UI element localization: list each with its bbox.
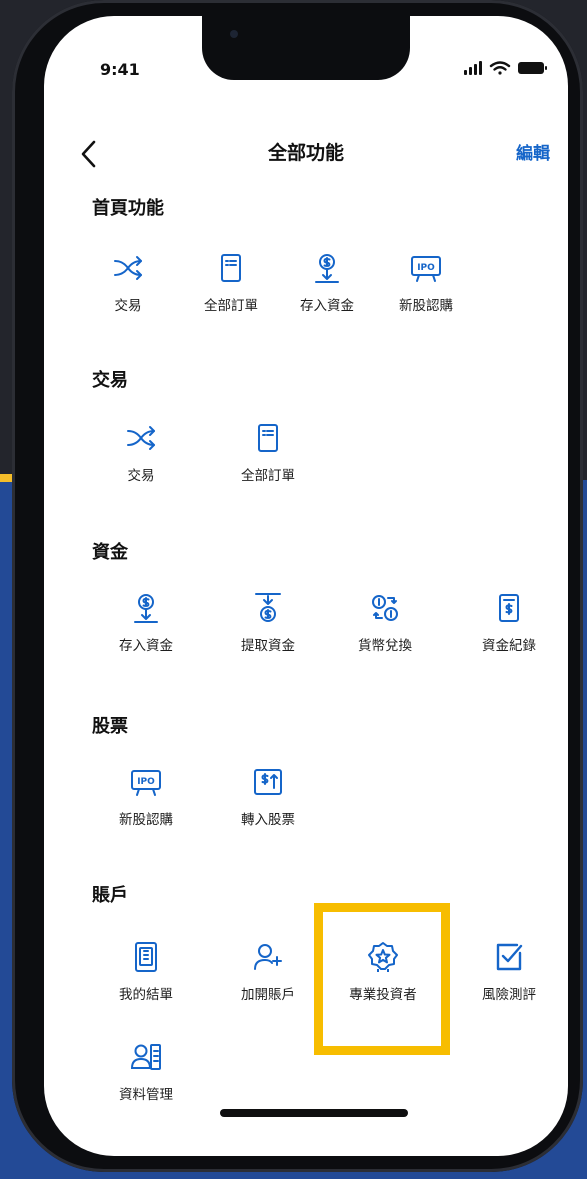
home-item-ipo[interactable]: IPO 新股認購: [376, 252, 476, 326]
stocks-item-ipo-label: 新股認購: [119, 812, 173, 828]
deposit-icon: [134, 594, 158, 623]
section-title-stocks: 股票: [92, 716, 128, 737]
account-item-profile-management[interactable]: 資料管理: [96, 1041, 196, 1115]
svg-text:IPO: IPO: [417, 263, 435, 273]
home-item-all-orders[interactable]: 全部訂單: [181, 252, 281, 326]
account-item-add-account-label: 加開賬戶: [241, 987, 295, 1003]
funds-item-withdraw[interactable]: 提取資金: [218, 592, 318, 666]
phone-screen: 9:41 全部功能 編輯 首頁功能 交易 全部訂單 存入資金 IPO 新股認購 …: [44, 16, 568, 1156]
phone-frame: 9:41 全部功能 編輯 首頁功能 交易 全部訂單 存入資金 IPO 新股認購 …: [12, 0, 583, 1172]
funds-item-fund-record[interactable]: 資金紀錄: [459, 592, 559, 666]
section-title-trade: 交易: [92, 370, 128, 391]
section-title-home: 首頁功能: [92, 198, 164, 219]
funds-item-deposit[interactable]: 存入資金: [96, 592, 196, 666]
currency-exchange-icon: [372, 595, 398, 621]
home-item-all-orders-label: 全部訂單: [204, 298, 258, 314]
funds-item-fund-record-label: 資金紀錄: [482, 638, 536, 654]
home-item-ipo-label: 新股認購: [399, 298, 453, 314]
add-account-icon: [254, 944, 282, 970]
funds-item-withdraw-label: 提取資金: [241, 638, 295, 654]
highlight-box: [314, 903, 450, 1055]
account-item-my-statement[interactable]: 我的結單: [96, 941, 196, 1015]
account-item-risk-assessment-label: 風險測評: [482, 987, 536, 1003]
page-title: 全部功能: [267, 142, 344, 164]
withdraw-icon: [255, 593, 281, 622]
home-indicator: [220, 1109, 408, 1117]
stocks-item-ipo[interactable]: IPO 新股認購: [96, 766, 196, 840]
account-item-my-statement-label: 我的結單: [119, 987, 173, 1003]
home-item-deposit-label: 存入資金: [300, 298, 354, 314]
shuffle-icon: [127, 426, 155, 450]
svg-text:IPO: IPO: [137, 777, 155, 787]
phone-notch: [202, 16, 410, 80]
status-icons: [464, 61, 547, 75]
shuffle-icon: [114, 256, 142, 280]
ipo-icon: IPO: [411, 256, 441, 282]
cellular-signal-icon: [464, 61, 482, 75]
fund-record-icon: [499, 594, 519, 622]
stocks-item-transfer-in[interactable]: 轉入股票: [218, 766, 318, 840]
home-item-trade-label: 交易: [114, 298, 142, 314]
home-item-deposit[interactable]: 存入資金: [277, 252, 377, 326]
section-title-funds: 資金: [92, 542, 128, 563]
home-item-trade[interactable]: 交易: [78, 252, 178, 326]
order-list-icon: [258, 424, 278, 452]
account-item-risk-assessment[interactable]: 風險測評: [459, 941, 559, 1015]
ipo-icon: IPO: [131, 770, 161, 796]
profile-management-icon: [130, 1044, 161, 1070]
trade-item-trade-label: 交易: [127, 468, 155, 484]
camera-dot: [230, 30, 238, 38]
trade-item-trade[interactable]: 交易: [91, 422, 191, 496]
battery-icon: [518, 62, 547, 74]
account-item-profile-management-label: 資料管理: [119, 1087, 173, 1103]
section-title-account: 賬戶: [92, 885, 128, 906]
stocks-item-transfer-in-label: 轉入股票: [241, 812, 295, 828]
funds-item-currency-exchange[interactable]: 貨幣兌換: [335, 592, 435, 666]
funds-item-deposit-label: 存入資金: [119, 638, 173, 654]
statement-icon: [135, 942, 157, 972]
status-time: 9:41: [100, 60, 140, 79]
deposit-icon: [315, 254, 339, 283]
trade-item-all-orders-label: 全部訂單: [241, 468, 295, 484]
funds-item-currency-exchange-label: 貨幣兌換: [358, 638, 412, 654]
risk-assessment-icon: [496, 943, 523, 971]
wifi-icon: [489, 61, 511, 75]
account-item-add-account[interactable]: 加開賬戶: [218, 941, 318, 1015]
order-list-icon: [221, 254, 241, 282]
edit-button[interactable]: 編輯: [516, 139, 550, 164]
transfer-stock-icon: [254, 769, 282, 795]
trade-item-all-orders[interactable]: 全部訂單: [218, 422, 318, 496]
